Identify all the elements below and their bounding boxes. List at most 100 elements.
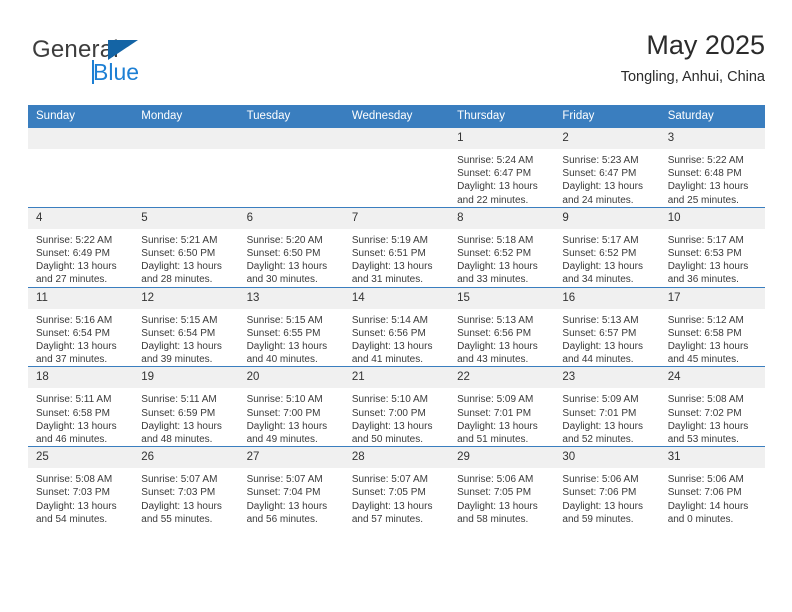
calendar-day-cell[interactable]: 8 Sunrise: 5:18 AM Sunset: 6:52 PM Daylight… <box>449 206 555 288</box>
sunrise-text: Sunrise: 5:10 AM <box>351 394 428 406</box>
sunset-text: Sunset: 6:55 PM <box>246 327 321 339</box>
calendar-day-cell[interactable]: 23 Sunrise: 5:09 AM Sunset: 7:01 PM Dayligh… <box>554 366 660 447</box>
calendar-day-cell[interactable]: 27 Sunrise: 5:07 AM Sunset: 7:04 PM Dayligh… <box>238 446 344 527</box>
calendar-day-cell[interactable]: 22 Sunrise: 5:09 AM Sunset: 7:01 PM Dayligh… <box>449 366 555 447</box>
daylight-text: Daylight: 13 hours and 30 minutes. <box>246 261 328 286</box>
calendar-body: 1 Sunrise: 5:24 AM Sunset: 6:47 PM Daylight… <box>28 127 765 527</box>
daylight-text: Daylight: 13 hours and 49 minutes. <box>246 420 328 446</box>
page-header: General Blue May 2025 Tongling, Anhui, C… <box>28 28 765 98</box>
daylight-text: Daylight: 13 hours and 43 minutes. <box>457 341 538 366</box>
calendar-day-cell[interactable]: 10 Sunrise: 5:17 AM Sunset: 6:53 PM Dayligh… <box>659 206 765 288</box>
sunrise-text: Sunrise: 5:12 AM <box>667 314 744 326</box>
daylight-text: Daylight: 13 hours and 55 minutes. <box>141 500 222 525</box>
daylight-text: Daylight: 13 hours and 51 minutes. <box>457 420 538 446</box>
day-number: 16 <box>554 287 660 309</box>
sunrise-text: Sunrise: 5:06 AM <box>562 474 639 486</box>
day-details: Sunrise: 5:07 AM Sunset: 7:05 PM Daylight:… <box>344 468 449 526</box>
day-number <box>238 128 344 149</box>
calendar-day-cell[interactable]: 1 Sunrise: 5:24 AM Sunset: 6:47 PM Daylight… <box>449 127 555 208</box>
day-number: 4 <box>28 207 134 229</box>
day-details: Sunrise: 5:07 AM Sunset: 7:03 PM Daylight:… <box>133 468 238 526</box>
sunset-text: Sunset: 6:56 PM <box>457 327 532 339</box>
calendar-day-cell[interactable]: 31 Sunrise: 5:06 AM Sunset: 7:06 PM Dayligh… <box>659 446 765 527</box>
sunset-text: Sunset: 6:53 PM <box>667 248 742 260</box>
daylight-text: Daylight: 13 hours and 46 minutes. <box>36 420 117 446</box>
day-details: Sunrise: 5:07 AM Sunset: 7:04 PM Daylight:… <box>239 468 344 526</box>
daylight-text: Daylight: 13 hours and 40 minutes. <box>246 341 328 366</box>
calendar-day-cell[interactable]: 14 Sunrise: 5:14 AM Sunset: 6:56 PM Dayligh… <box>343 286 450 367</box>
general-blue-logo[interactable]: General Blue <box>32 36 252 92</box>
day-details: Sunrise: 5:19 AM Sunset: 6:51 PM Daylight:… <box>344 229 449 287</box>
day-number: 10 <box>659 207 765 229</box>
calendar-day-cell[interactable]: 2 Sunrise: 5:23 AM Sunset: 6:47 PM Daylight… <box>554 127 660 208</box>
sunrise-text: Sunrise: 5:06 AM <box>667 474 744 486</box>
day-number: 13 <box>238 287 344 309</box>
day-number <box>133 128 239 149</box>
calendar-day-cell[interactable]: 20 Sunrise: 5:10 AM Sunset: 7:00 PM Dayligh… <box>238 366 344 447</box>
sunset-text: Sunset: 6:48 PM <box>667 168 742 180</box>
calendar-day-cell[interactable]: 12 Sunrise: 5:15 AM Sunset: 6:54 PM Dayligh… <box>133 286 239 367</box>
day-details: Sunrise: 5:17 AM Sunset: 6:52 PM Daylight:… <box>554 229 659 287</box>
weekday-header-wednesday: Wednesday <box>343 105 450 128</box>
sunset-text: Sunset: 6:54 PM <box>36 327 110 339</box>
day-number: 8 <box>449 207 555 229</box>
daylight-text: Daylight: 13 hours and 54 minutes. <box>36 500 117 525</box>
calendar-day-cell[interactable]: 19 Sunrise: 5:11 AM Sunset: 6:59 PM Dayligh… <box>133 366 239 447</box>
day-number: 3 <box>659 128 765 149</box>
sunset-text: Sunset: 6:52 PM <box>562 248 637 260</box>
calendar-day-cell[interactable]: 30 Sunrise: 5:06 AM Sunset: 7:06 PM Dayligh… <box>554 446 660 527</box>
calendar-day-cell[interactable]: 11 Sunrise: 5:16 AM Sunset: 6:54 PM Dayligh… <box>28 286 134 367</box>
calendar-day-cell[interactable]: 17 Sunrise: 5:12 AM Sunset: 6:58 PM Dayligh… <box>659 286 765 367</box>
day-details: Sunrise: 5:23 AM Sunset: 6:47 PM Daylight:… <box>554 149 659 207</box>
day-number: 19 <box>133 367 239 389</box>
weekday-header-thursday: Thursday <box>449 105 555 128</box>
day-number: 7 <box>343 207 450 229</box>
sunrise-text: Sunrise: 5:08 AM <box>36 474 113 486</box>
calendar-day-cell[interactable]: 29 Sunrise: 5:06 AM Sunset: 7:05 PM Dayligh… <box>449 446 555 527</box>
daylight-text: Daylight: 13 hours and 33 minutes. <box>457 261 538 286</box>
calendar-day-cell[interactable]: 21 Sunrise: 5:10 AM Sunset: 7:00 PM Dayligh… <box>343 366 450 447</box>
calendar-day-cell[interactable]: 15 Sunrise: 5:13 AM Sunset: 6:56 PM Dayligh… <box>449 286 555 367</box>
sunset-text: Sunset: 6:51 PM <box>351 248 426 260</box>
daylight-text: Daylight: 13 hours and 27 minutes. <box>36 261 117 286</box>
sunset-text: Sunset: 6:47 PM <box>562 168 637 180</box>
day-number: 14 <box>343 287 450 309</box>
sunrise-text: Sunrise: 5:14 AM <box>351 314 428 326</box>
sunrise-text: Sunrise: 5:09 AM <box>457 394 534 406</box>
day-number: 2 <box>554 128 660 149</box>
calendar-day-cell[interactable]: 26 Sunrise: 5:07 AM Sunset: 7:03 PM Dayligh… <box>133 446 239 527</box>
calendar-day-cell[interactable]: 28 Sunrise: 5:07 AM Sunset: 7:05 PM Dayligh… <box>343 446 450 527</box>
calendar-day-cell[interactable]: 13 Sunrise: 5:15 AM Sunset: 6:55 PM Dayligh… <box>238 286 344 367</box>
calendar-day-cell[interactable]: 5 Sunrise: 5:21 AM Sunset: 6:50 PM Daylight… <box>133 206 239 288</box>
calendar-day-cell[interactable]: 16 Sunrise: 5:13 AM Sunset: 6:57 PM Dayligh… <box>554 286 660 367</box>
daylight-text: Daylight: 13 hours and 41 minutes. <box>351 341 433 366</box>
calendar-week-row: 11 Sunrise: 5:16 AM Sunset: 6:54 PM Dayligh… <box>28 286 765 367</box>
sunset-text: Sunset: 6:50 PM <box>246 248 321 260</box>
sunrise-text: Sunrise: 5:17 AM <box>562 234 639 246</box>
sunrise-text: Sunrise: 5:22 AM <box>667 155 744 166</box>
day-number: 9 <box>554 207 660 229</box>
calendar-day-cell[interactable]: 18 Sunrise: 5:11 AM Sunset: 6:58 PM Dayligh… <box>28 366 134 447</box>
sunset-text: Sunset: 7:05 PM <box>457 487 532 499</box>
day-details: Sunrise: 5:24 AM Sunset: 6:47 PM Daylight:… <box>449 149 554 207</box>
day-details: Sunrise: 5:13 AM Sunset: 6:56 PM Daylight:… <box>449 309 554 367</box>
sunrise-text: Sunrise: 5:22 AM <box>36 234 113 246</box>
calendar-day-cell[interactable]: 3 Sunrise: 5:22 AM Sunset: 6:48 PM Daylight… <box>659 127 765 208</box>
calendar-day-cell[interactable]: 7 Sunrise: 5:19 AM Sunset: 6:51 PM Daylight… <box>343 206 450 288</box>
calendar-empty-cell <box>238 127 344 208</box>
weekday-header-sunday: Sunday <box>28 105 134 128</box>
day-number: 17 <box>659 287 765 309</box>
calendar-day-cell[interactable]: 6 Sunrise: 5:20 AM Sunset: 6:50 PM Daylight… <box>238 206 344 288</box>
calendar-day-cell[interactable]: 9 Sunrise: 5:17 AM Sunset: 6:52 PM Daylight… <box>554 206 660 288</box>
calendar-day-cell[interactable]: 25 Sunrise: 5:08 AM Sunset: 7:03 PM Dayligh… <box>28 446 134 527</box>
calendar-day-cell[interactable]: 24 Sunrise: 5:08 AM Sunset: 7:02 PM Dayligh… <box>659 366 765 447</box>
daylight-text: Daylight: 13 hours and 24 minutes. <box>562 181 644 206</box>
sunrise-text: Sunrise: 5:16 AM <box>36 314 113 326</box>
day-details: Sunrise: 5:09 AM Sunset: 7:01 PM Daylight:… <box>449 388 554 446</box>
sunset-text: Sunset: 7:06 PM <box>562 487 637 499</box>
page-subtitle-location: Tongling, Anhui, China <box>620 69 765 85</box>
calendar-day-cell[interactable]: 4 Sunrise: 5:22 AM Sunset: 6:49 PM Daylight… <box>28 206 134 288</box>
sunset-text: Sunset: 7:00 PM <box>246 407 321 419</box>
calendar-empty-cell <box>28 127 134 208</box>
calendar-header-row-group: Sunday Monday Tuesday Wednesday Thursday… <box>28 105 765 128</box>
